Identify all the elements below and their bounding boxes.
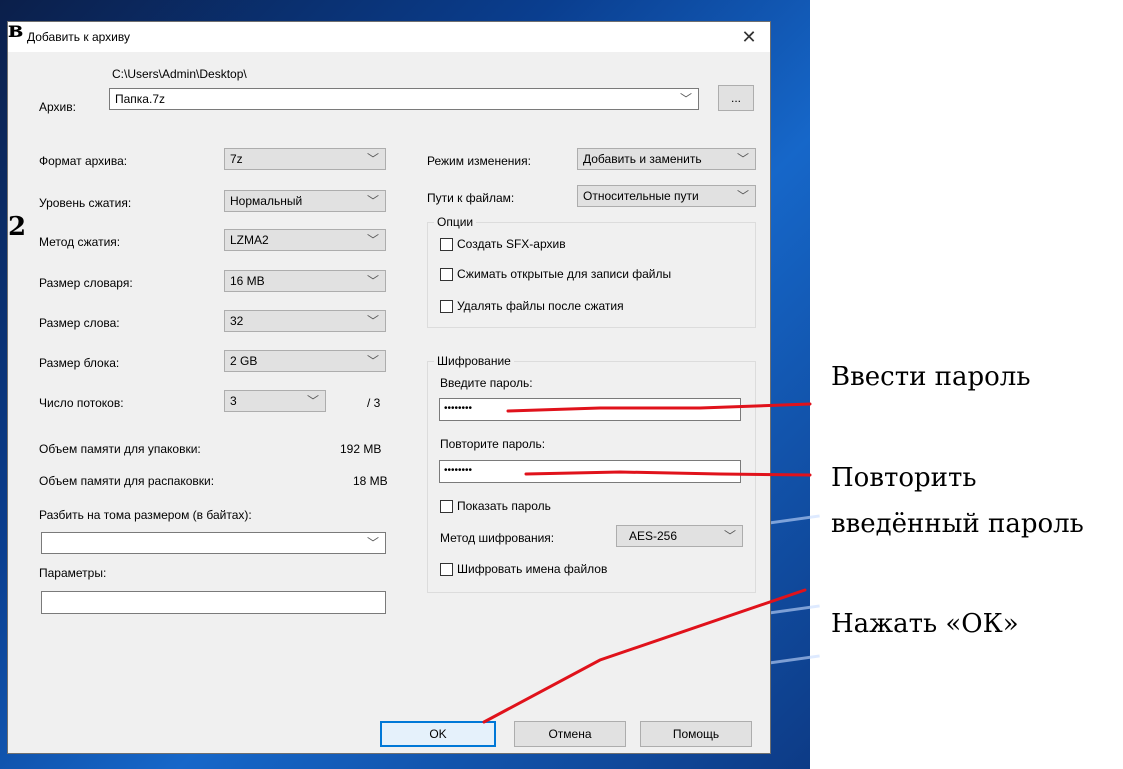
archive-name-value: Папка.7z: [115, 92, 165, 106]
update-mode-label: Режим изменения:: [427, 154, 531, 168]
encrypt-names-checkbox[interactable]: Шифровать имена файлов: [440, 562, 607, 576]
archive-name-combo[interactable]: Папка.7z ﹀: [109, 88, 699, 110]
dictionary-value: 16 MB: [230, 274, 265, 288]
update-mode-select[interactable]: Добавить и заменить ﹀: [577, 148, 756, 170]
encrypt-names-label: Шифровать имена файлов: [457, 562, 608, 576]
split-volumes-label: Разбить на тома размером (в байтах):: [39, 508, 252, 522]
checkbox-box[interactable]: [440, 237, 453, 251]
annotation-press-ok: Нажать «ОК»: [831, 609, 1019, 639]
chevron-down-icon: ﹀: [736, 189, 749, 203]
chevron-down-icon: ﹀: [366, 152, 379, 166]
encryption-group: Шифрование Введите пароль: •••••••• Повт…: [427, 354, 756, 593]
threads-select[interactable]: 3 ﹀: [224, 390, 326, 412]
checkbox-box[interactable]: [440, 299, 453, 313]
compress-shared-label: Сжимать открытые для записи файлы: [457, 267, 672, 281]
options-group: Опции Создать SFX-архив Сжимать открытые…: [427, 215, 756, 328]
encryption-method-label: Метод шифрования:: [440, 531, 555, 545]
chevron-down-icon: ﹀: [366, 233, 379, 247]
method-select[interactable]: LZMA2 ﹀: [224, 229, 386, 251]
checkbox-box[interactable]: [440, 499, 453, 513]
chevron-down-icon: ﹀: [723, 529, 736, 543]
chevron-down-icon: ﹀: [366, 194, 379, 208]
repeat-password-input[interactable]: ••••••••: [439, 460, 741, 483]
method-label: Метод сжатия:: [39, 235, 121, 249]
memory-pack-label: Объем памяти для упаковки:: [39, 442, 201, 456]
sfx-checkbox[interactable]: Создать SFX-архив: [440, 237, 566, 251]
options-group-title: Опции: [434, 215, 477, 229]
threads-label: Число потоков:: [39, 396, 124, 410]
method-value: LZMA2: [230, 233, 269, 247]
title-bar: Добавить к архиву ✕: [8, 22, 770, 52]
repeat-password-label: Повторите пароль:: [440, 437, 546, 451]
annotation-repeat-line2: введённый пароль: [831, 509, 1084, 539]
path-mode-select[interactable]: Относительные пути ﹀: [577, 185, 756, 207]
threads-total: / 3: [367, 396, 381, 410]
overlay-letter: в: [8, 17, 24, 43]
path-mode-value: Относительные пути: [583, 189, 699, 203]
dialog-title: Добавить к архиву: [27, 30, 130, 44]
show-password-label: Показать пароль: [457, 499, 551, 513]
chevron-down-icon: ﹀: [366, 354, 379, 368]
chevron-down-icon: ﹀: [366, 274, 379, 288]
chevron-down-icon: ﹀: [306, 394, 319, 408]
dictionary-label: Размер словаря:: [39, 276, 133, 290]
level-select[interactable]: Нормальный ﹀: [224, 190, 386, 212]
checkbox-box[interactable]: [440, 562, 453, 576]
memory-unpack-label: Объем памяти для распаковки:: [39, 474, 215, 488]
password-label: Введите пароль:: [440, 376, 533, 390]
level-value: Нормальный: [230, 194, 303, 208]
checkbox-box[interactable]: [440, 267, 453, 281]
memory-pack-value: 192 MB: [340, 442, 382, 456]
chevron-down-icon: ﹀: [366, 314, 379, 328]
delete-after-checkbox[interactable]: Удалять файлы после сжатия: [440, 299, 624, 313]
encryption-group-title: Шифрование: [434, 354, 514, 368]
block-size-select[interactable]: 2 GB ﹀: [224, 350, 386, 372]
show-password-checkbox[interactable]: Показать пароль: [440, 499, 551, 513]
chevron-down-icon: ﹀: [736, 152, 749, 166]
add-to-archive-dialog: Добавить к архиву ✕ Архив: C:\Users\Admi…: [7, 21, 771, 754]
word-size-select[interactable]: 32 ﹀: [224, 310, 386, 332]
format-select[interactable]: 7z ﹀: [224, 148, 386, 170]
cancel-button[interactable]: Отмена: [514, 721, 626, 747]
parameters-label: Параметры:: [39, 566, 107, 580]
archive-path: C:\Users\Admin\Desktop\: [112, 67, 247, 81]
encryption-method-select[interactable]: AES-256 ﹀: [616, 525, 743, 547]
browse-button[interactable]: ...: [718, 85, 754, 111]
archive-label: Архив:: [39, 100, 76, 114]
format-value: 7z: [230, 152, 243, 166]
help-button[interactable]: Помощь: [640, 721, 752, 747]
annotation-repeat-line1: Повторить: [831, 463, 977, 493]
word-size-label: Размер слова:: [39, 316, 120, 330]
compress-shared-checkbox[interactable]: Сжимать открытые для записи файлы: [440, 267, 671, 281]
overlay-digit: 2: [8, 212, 27, 242]
annotation-enter-password: Ввести пароль: [831, 362, 1031, 392]
memory-unpack-value: 18 MB: [353, 474, 388, 488]
split-volumes-combo[interactable]: ﹀: [41, 532, 386, 554]
format-label: Формат архива:: [39, 154, 128, 168]
encryption-method-value: AES-256: [629, 529, 678, 543]
chevron-down-icon: ﹀: [679, 92, 692, 106]
threads-value: 3: [230, 394, 237, 408]
delete-after-label: Удалять файлы после сжатия: [457, 299, 624, 313]
path-mode-label: Пути к файлам:: [427, 191, 515, 205]
chevron-down-icon: ﹀: [366, 536, 379, 550]
level-label: Уровень сжатия:: [39, 196, 132, 210]
word-size-value: 32: [230, 314, 244, 328]
block-size-label: Размер блока:: [39, 356, 120, 370]
block-size-value: 2 GB: [230, 354, 258, 368]
password-input[interactable]: ••••••••: [439, 398, 741, 421]
close-icon[interactable]: ✕: [734, 24, 764, 50]
update-mode-value: Добавить и заменить: [583, 152, 702, 166]
ok-button[interactable]: OK: [380, 721, 496, 747]
sfx-checkbox-label: Создать SFX-архив: [457, 237, 566, 251]
parameters-input[interactable]: [41, 591, 386, 614]
dictionary-select[interactable]: 16 MB ﹀: [224, 270, 386, 292]
